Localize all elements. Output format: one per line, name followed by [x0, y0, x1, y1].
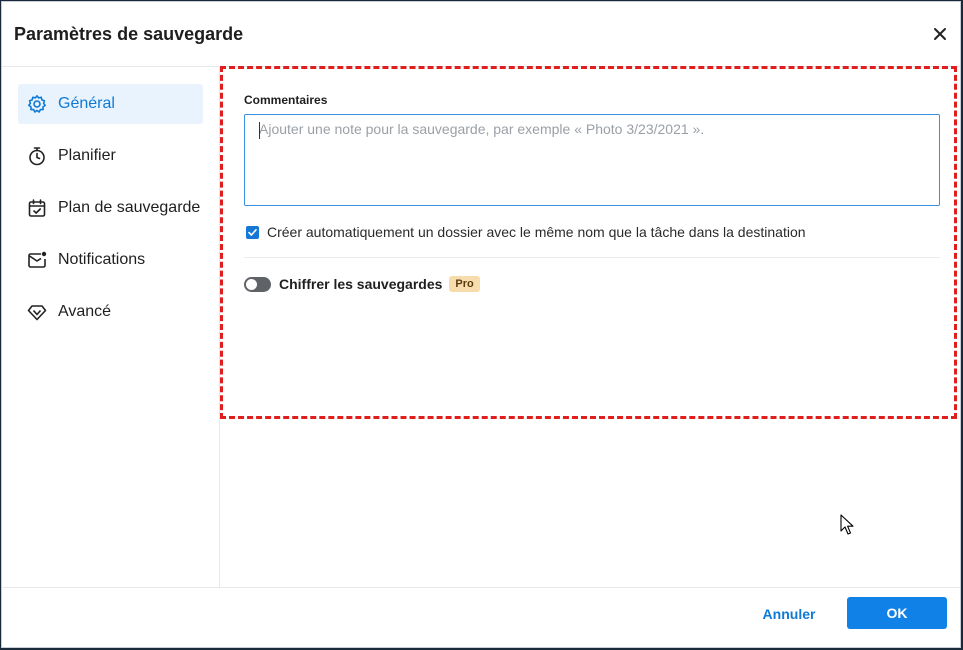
sidebar-item-schedule[interactable]: Planifier	[18, 136, 203, 176]
toggle-knob	[246, 278, 257, 290]
dialog-footer: Annuler OK	[2, 587, 960, 650]
mouse-pointer-icon	[840, 514, 854, 535]
sidebar-item-label: Avancé	[58, 303, 112, 320]
settings-sidebar: Général Planifier Plan de sauvegarde Not…	[2, 66, 220, 587]
general-settings-panel: Commentaires Créer automatiquement un do…	[220, 66, 960, 587]
backup-settings-dialog: Paramètres de sauvegarde Général Planifi…	[1, 1, 961, 648]
gear-icon	[26, 93, 48, 115]
sidebar-item-label: Planifier	[58, 147, 116, 164]
sidebar-item-label: Plan de sauvegarde	[58, 199, 201, 216]
section-divider	[244, 257, 940, 258]
encrypt-label: Chiffrer les sauvegardes	[279, 276, 443, 292]
comments-label: Commentaires	[244, 93, 328, 107]
stopwatch-icon	[26, 145, 48, 167]
auto-folder-option[interactable]: Créer automatiquement un dossier avec le…	[246, 224, 806, 240]
encrypt-option: Chiffrer les sauvegardes Pro	[244, 276, 480, 292]
sidebar-item-label: Notifications	[58, 251, 146, 268]
text-caret	[259, 122, 260, 139]
dialog-title: Paramètres de sauvegarde	[14, 24, 244, 44]
close-button[interactable]	[928, 22, 952, 46]
diamond-icon	[26, 301, 48, 323]
close-icon	[934, 28, 946, 40]
sidebar-item-backup-plan[interactable]: Plan de sauvegarde	[18, 188, 203, 228]
sidebar-item-general[interactable]: Général	[18, 84, 203, 124]
encrypt-toggle[interactable]	[244, 276, 271, 292]
sidebar-item-notifications[interactable]: Notifications	[18, 240, 203, 280]
sidebar-item-label: Général	[58, 95, 115, 112]
pro-badge: Pro	[449, 276, 480, 292]
calendar-check-icon	[26, 197, 48, 219]
auto-folder-label: Créer automatiquement un dossier avec le…	[267, 224, 806, 240]
checkmark-icon	[248, 228, 257, 236]
comments-input[interactable]	[244, 114, 940, 206]
dialog-titlebar: Paramètres de sauvegarde	[2, 2, 960, 67]
sidebar-item-advanced[interactable]: Avancé	[18, 292, 203, 332]
ok-button[interactable]: OK	[847, 597, 947, 629]
cancel-button[interactable]: Annuler	[746, 598, 832, 630]
auto-folder-checkbox[interactable]	[246, 225, 259, 239]
mail-notification-icon	[26, 249, 48, 271]
